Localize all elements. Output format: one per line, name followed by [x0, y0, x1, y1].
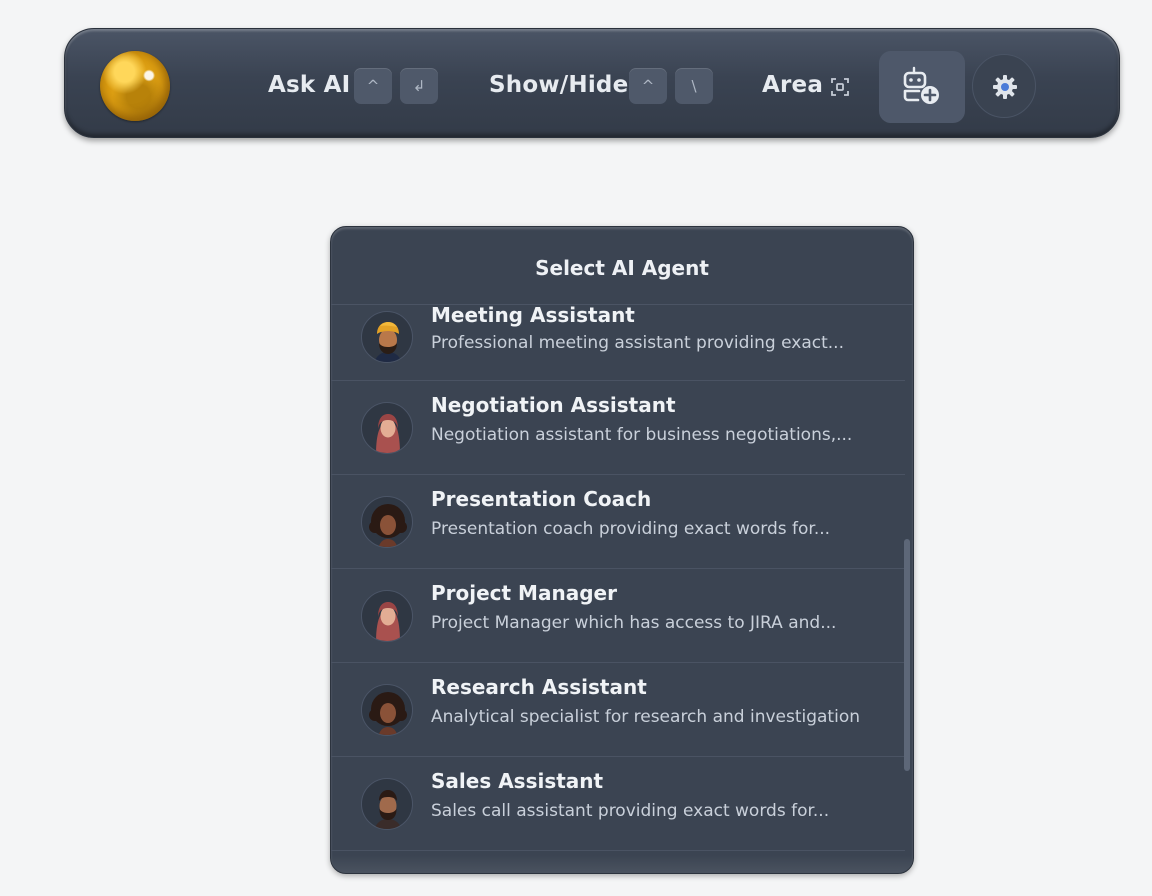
- area-label[interactable]: Area: [762, 71, 823, 99]
- robot-add-icon: [903, 66, 939, 104]
- agent-item-research-assistant[interactable]: Research Assistant Analytical specialist…: [331, 663, 905, 757]
- agent-description: Project Manager which has access to JIRA…: [431, 613, 837, 633]
- agent-name: Negotiation Assistant: [431, 393, 676, 417]
- gold-orb-icon[interactable]: [100, 51, 170, 121]
- agent-item-project-manager[interactable]: Project Manager Project Manager which ha…: [331, 569, 905, 663]
- ask-ai-shortcut-key-ctrl: ^: [354, 68, 392, 104]
- agent-name: Project Manager: [431, 581, 617, 605]
- hijab-woman-avatar: [361, 402, 413, 454]
- agent-name: Presentation Coach: [431, 487, 652, 511]
- agent-description: Negotiation assistant for business negot…: [431, 425, 853, 445]
- ask-ai-shortcut-key-enter: ↲: [400, 68, 438, 104]
- agent-item-sales-assistant[interactable]: Sales Assistant Sales call assistant pro…: [331, 757, 905, 851]
- agent-description: Analytical specialist for research and i…: [431, 707, 861, 727]
- agent-select-panel: Select AI Agent Meeting Assistant Profes…: [330, 226, 914, 874]
- gear-icon: [993, 75, 1017, 99]
- panel-bottom-edge: [331, 855, 913, 873]
- turban-man-avatar: [361, 311, 413, 363]
- agent-description: Professional meeting assistant providing…: [431, 333, 844, 353]
- scrollbar-thumb[interactable]: [904, 539, 910, 771]
- agent-description: Sales call assistant providing exact wor…: [431, 801, 830, 821]
- agent-name: Research Assistant: [431, 675, 647, 699]
- agent-item-meeting-assistant[interactable]: Meeting Assistant Professional meeting a…: [331, 303, 905, 381]
- agent-name: Meeting Assistant: [431, 303, 635, 327]
- show-hide-label[interactable]: Show/Hide: [489, 71, 628, 99]
- hijab-woman-avatar: [361, 590, 413, 642]
- settings-button[interactable]: [972, 54, 1036, 118]
- show-hide-shortcut-key-backslash: \: [675, 68, 713, 104]
- bearded-man-avatar: [361, 778, 413, 830]
- agent-description: Presentation coach providing exact words…: [431, 519, 831, 539]
- agent-item-presentation-coach[interactable]: Presentation Coach Presentation coach pr…: [331, 475, 905, 569]
- top-toolbar: Ask AI ^ ↲ Show/Hide ^ \ Area: [64, 28, 1120, 138]
- panel-title: Select AI Agent: [535, 256, 709, 280]
- agent-select-button[interactable]: [879, 51, 965, 123]
- ask-ai-label[interactable]: Ask AI: [268, 71, 350, 99]
- agent-list: Meeting Assistant Professional meeting a…: [331, 303, 905, 851]
- agent-item-negotiation-assistant[interactable]: Negotiation Assistant Negotiation assist…: [331, 381, 905, 475]
- show-hide-shortcut-key-ctrl: ^: [629, 68, 667, 104]
- curly-hair-woman-avatar: [361, 496, 413, 548]
- curly-hair-woman-avatar: [361, 684, 413, 736]
- screen-capture-icon[interactable]: [830, 77, 850, 97]
- agent-name: Sales Assistant: [431, 769, 604, 793]
